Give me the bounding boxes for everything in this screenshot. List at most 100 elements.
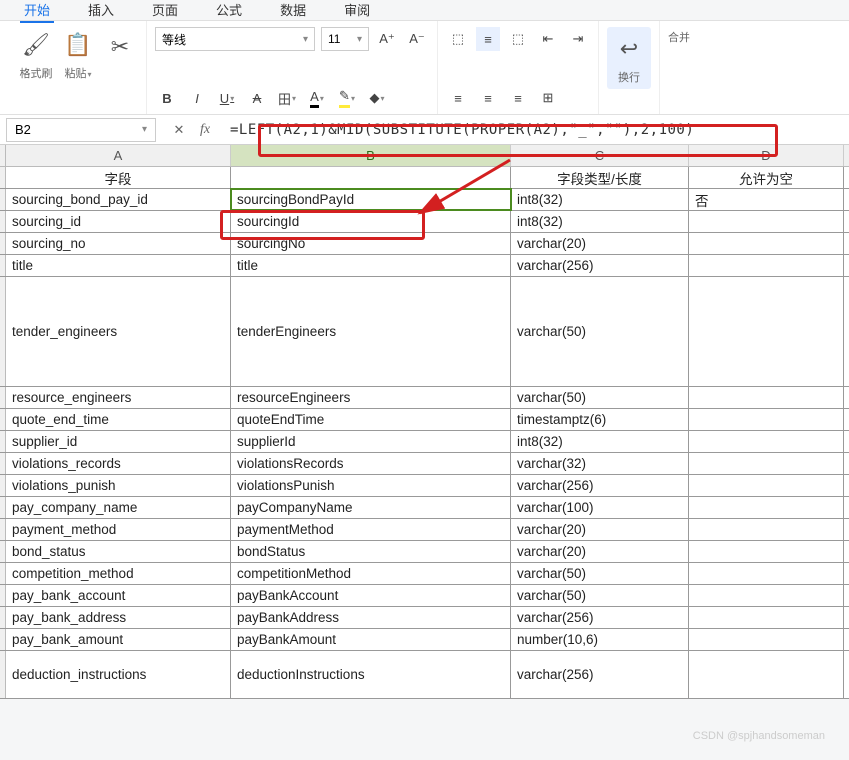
cell[interactable] [689,277,844,386]
align-top-button[interactable]: ⬚ [446,27,470,51]
font-name-select[interactable]: 等线▾ [155,27,315,51]
align-left-button[interactable]: ≡ [446,86,470,110]
cell[interactable]: payment_method [6,519,231,540]
decrease-font-button[interactable]: A⁻ [405,27,429,51]
cell[interactable]: varchar(256) [511,607,689,628]
cell[interactable]: 否 [689,189,844,210]
cell[interactable] [231,167,511,188]
tab-review[interactable]: 审阅 [340,0,374,19]
paste-button[interactable]: 📋 粘贴▾ [60,27,96,81]
cell[interactable]: violationsPunish [231,475,511,496]
cell[interactable]: pay_bank_amount [6,629,231,650]
cell[interactable]: int8(32) [511,189,689,210]
cell[interactable] [689,233,844,254]
cell[interactable]: sourcing_no [6,233,231,254]
cell[interactable]: varchar(20) [511,233,689,254]
cell[interactable]: varchar(50) [511,585,689,606]
increase-indent-button[interactable]: ⇥ [566,27,590,51]
tab-insert[interactable]: 插入 [84,0,118,19]
fx-button[interactable]: fx [194,119,216,141]
col-header-b[interactable]: B [231,145,511,166]
cell[interactable]: quote_end_time [6,409,231,430]
cell[interactable]: quoteEndTime [231,409,511,430]
underline-button[interactable]: U▾ [215,86,239,110]
col-header-c[interactable]: C [511,145,689,166]
distribute-button[interactable]: ⊞ [536,86,560,110]
increase-font-button[interactable]: A⁺ [375,27,399,51]
cell[interactable]: int8(32) [511,211,689,232]
cell[interactable]: varchar(256) [511,475,689,496]
cell[interactable]: title [6,255,231,276]
cell[interactable]: bondStatus [231,541,511,562]
tab-page[interactable]: 页面 [148,0,182,19]
cell[interactable] [689,211,844,232]
tab-data[interactable]: 数据 [276,0,310,19]
cell[interactable]: int8(32) [511,431,689,452]
cut-button[interactable]: ✂ [102,29,138,79]
cell[interactable] [689,475,844,496]
align-center-button[interactable]: ≡ [476,86,500,110]
format-painter-button[interactable]: 🖌 格式刷 [18,27,54,81]
border-button[interactable]: 田▾ [275,86,299,110]
cell[interactable]: payBankAddress [231,607,511,628]
italic-button[interactable]: I [185,86,209,110]
cell[interactable] [689,453,844,474]
cell[interactable]: varchar(100) [511,497,689,518]
cell[interactable]: varchar(50) [511,563,689,584]
cell[interactable]: pay_bank_account [6,585,231,606]
cell[interactable]: payBankAmount [231,629,511,650]
cell[interactable] [689,431,844,452]
cell[interactable]: competition_method [6,563,231,584]
highlight-button[interactable]: ◆▾ [365,86,389,110]
align-bottom-button[interactable]: ⬚ [506,27,530,51]
cell[interactable]: 字段类型/长度 [511,167,689,188]
cell[interactable]: tender_engineers [6,277,231,386]
cell[interactable]: bond_status [6,541,231,562]
cell[interactable]: sourcingNo [231,233,511,254]
cell[interactable]: violationsRecords [231,453,511,474]
cell[interactable]: sourcing_id [6,211,231,232]
cell[interactable]: varchar(20) [511,519,689,540]
cell[interactable]: pay_company_name [6,497,231,518]
cell[interactable]: payBankAccount [231,585,511,606]
cell[interactable]: competitionMethod [231,563,511,584]
strikethrough-button[interactable]: A [245,86,269,110]
cell[interactable]: sourcing_bond_pay_id [6,189,231,210]
cell[interactable]: paymentMethod [231,519,511,540]
cell[interactable] [689,541,844,562]
cell[interactable]: violations_punish [6,475,231,496]
cell[interactable]: payCompanyName [231,497,511,518]
cell[interactable]: violations_records [6,453,231,474]
cell[interactable]: sourcingBondPayId [231,189,511,210]
cell[interactable]: number(10,6) [511,629,689,650]
font-color-button[interactable]: A▾ [305,86,329,110]
tab-start[interactable]: 开始 [20,0,54,19]
name-box[interactable]: B2▾ [6,118,156,142]
cell[interactable]: timestamptz(6) [511,409,689,430]
cell[interactable]: varchar(50) [511,277,689,386]
cancel-formula-button[interactable]: ✕ [168,119,190,141]
cell[interactable] [689,563,844,584]
formula-input[interactable]: =LEFT(A2,1)&MID(SUBSTITUTE(PROPER(A2),"_… [222,118,849,142]
wrap-text-button[interactable]: ↩ 换行 [607,27,651,89]
bold-button[interactable]: B [155,86,179,110]
cell[interactable]: resource_engineers [6,387,231,408]
cell[interactable]: varchar(32) [511,453,689,474]
align-right-button[interactable]: ≡ [506,86,530,110]
cell[interactable]: varchar(256) [511,651,689,698]
cell[interactable]: 允许为空 [689,167,844,188]
cell[interactable]: tenderEngineers [231,277,511,386]
cell[interactable]: deductionInstructions [231,651,511,698]
cell[interactable]: supplierId [231,431,511,452]
col-header-a[interactable]: A [6,145,231,166]
cell[interactable] [689,629,844,650]
cell[interactable]: supplier_id [6,431,231,452]
cell[interactable]: title [231,255,511,276]
align-middle-button[interactable]: ≡ [476,27,500,51]
cell[interactable]: pay_bank_address [6,607,231,628]
merge-button[interactable]: 合并 [668,27,690,45]
cell[interactable]: varchar(20) [511,541,689,562]
cell[interactable]: resourceEngineers [231,387,511,408]
cell[interactable] [689,519,844,540]
tab-formula[interactable]: 公式 [212,0,246,19]
